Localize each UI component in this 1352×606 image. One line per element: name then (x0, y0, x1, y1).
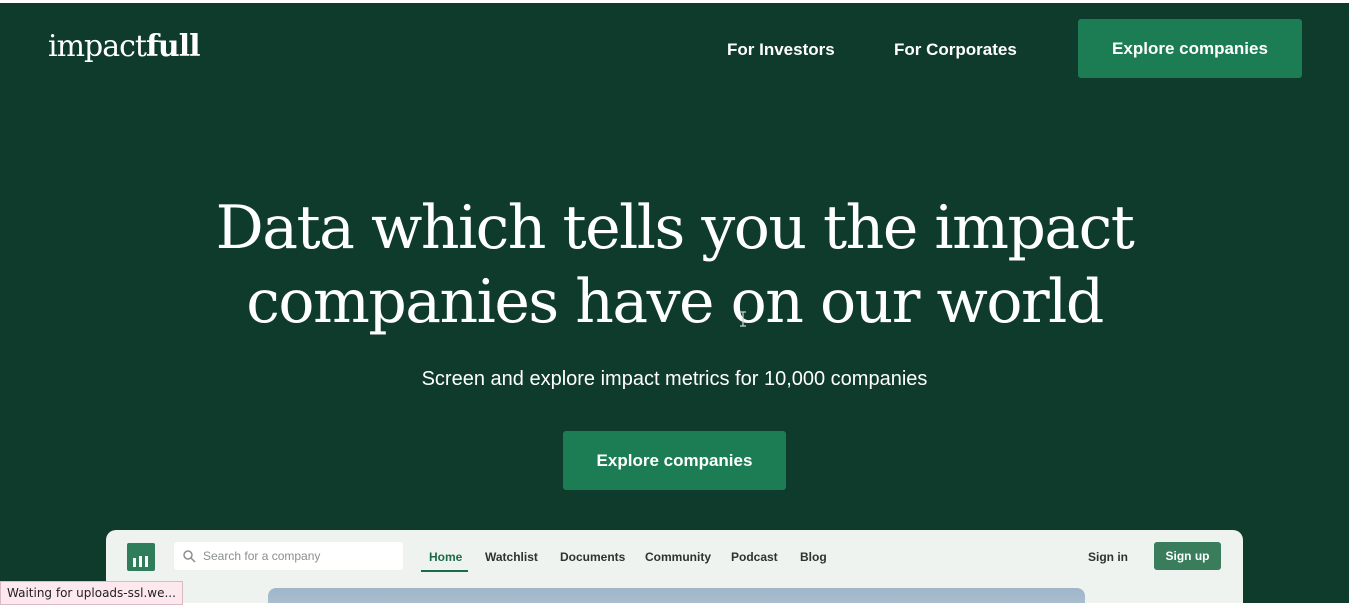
browser-status-bar: Waiting for uploads-ssl.we... (0, 581, 183, 605)
explore-companies-nav-button[interactable]: Explore companies (1078, 19, 1302, 78)
active-tab-underline (421, 570, 468, 572)
preview-hero-image (268, 588, 1085, 603)
hero-headline: Data which tells you the impact companie… (0, 191, 1349, 339)
preview-sign-up-button[interactable]: Sign up (1154, 542, 1221, 570)
hero-subheading: Screen and explore impact metrics for 10… (421, 368, 928, 390)
hero-headline-line-1: Data which tells you the impact (215, 193, 1135, 263)
preview-tab-blog[interactable]: Blog (800, 550, 827, 564)
preview-tab-podcast[interactable]: Podcast (731, 550, 778, 564)
nav-for-corporates-link[interactable]: For Corporates (894, 40, 1017, 60)
hero-headline-line-2: companies have on our world (246, 267, 1104, 337)
logo-bold-text: full (146, 29, 201, 64)
nav-for-investors-link[interactable]: For Investors (727, 40, 835, 60)
preview-tab-documents[interactable]: Documents (560, 550, 625, 564)
text-cursor-icon (740, 311, 746, 327)
preview-search-input[interactable]: Search for a company (174, 542, 403, 570)
search-placeholder: Search for a company (203, 549, 321, 563)
preview-tab-home[interactable]: Home (429, 550, 462, 564)
explore-companies-hero-button[interactable]: Explore companies (563, 431, 786, 490)
hero-section: impactfull For Investors For Corporates … (0, 3, 1349, 603)
preview-tab-community[interactable]: Community (645, 550, 711, 564)
impactfull-app-icon (127, 543, 155, 571)
preview-tab-watchlist[interactable]: Watchlist (485, 550, 538, 564)
impactfull-logo[interactable]: impactfull (48, 29, 201, 64)
logo-light-text: impact (48, 29, 147, 64)
app-preview-card: Search for a company Home Watchlist Docu… (106, 530, 1243, 603)
search-icon (183, 550, 196, 563)
preview-sign-in-link[interactable]: Sign in (1088, 550, 1128, 564)
